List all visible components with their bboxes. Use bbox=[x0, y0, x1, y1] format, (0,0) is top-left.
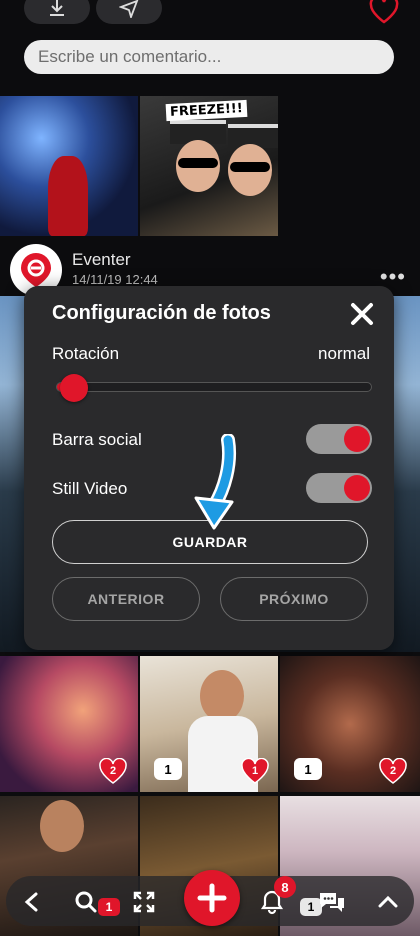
close-icon[interactable] bbox=[348, 300, 376, 328]
rotation-label: Rotación bbox=[52, 344, 120, 363]
still-video-label: Still Video bbox=[52, 479, 128, 498]
grid-photo-man-phone[interactable]: 1 1 bbox=[140, 656, 278, 792]
next-button[interactable]: PRÓXIMO bbox=[220, 577, 368, 621]
add-button[interactable] bbox=[184, 870, 240, 926]
bottom-navigation: 1 8 1 bbox=[0, 870, 420, 936]
post-author[interactable]: Eventer bbox=[72, 250, 131, 270]
still-video-toggle[interactable] bbox=[306, 473, 372, 503]
svg-text:2: 2 bbox=[110, 765, 116, 777]
svg-text:2: 2 bbox=[390, 765, 396, 777]
comment-placeholder: Escribe un comentario... bbox=[38, 47, 222, 66]
heart-badge-icon: 1 bbox=[241, 758, 269, 784]
grid-photo-woman[interactable]: 2 bbox=[0, 656, 138, 792]
heart-badge-icon: 2 bbox=[99, 758, 127, 784]
toggle-knob bbox=[344, 475, 370, 501]
download-button[interactable] bbox=[24, 0, 90, 24]
post-timestamp: 14/11/19 12:44 bbox=[72, 272, 158, 287]
chevron-left-icon bbox=[24, 892, 38, 912]
search-badge: 1 bbox=[98, 898, 120, 916]
chevron-up-icon bbox=[378, 895, 398, 908]
plus-icon bbox=[197, 883, 227, 913]
eventer-logo-icon bbox=[21, 253, 51, 287]
share-button[interactable] bbox=[96, 0, 162, 24]
grid-photo-hands[interactable]: 1 2 bbox=[280, 656, 420, 792]
social-bar-toggle[interactable] bbox=[306, 424, 372, 454]
heart-badge-icon: 2 bbox=[379, 758, 407, 784]
rotation-slider[interactable] bbox=[56, 382, 372, 392]
dialog-title: Configuración de fotos bbox=[52, 302, 271, 324]
pointer-arrow-icon bbox=[194, 434, 236, 530]
previous-button[interactable]: ANTERIOR bbox=[52, 577, 200, 621]
toggle-knob bbox=[344, 426, 370, 452]
search-icon bbox=[75, 891, 97, 913]
chat-bubbles-icon bbox=[320, 893, 344, 912]
social-bar-label: Barra social bbox=[52, 430, 142, 449]
back-button[interactable] bbox=[12, 882, 52, 922]
scroll-up-button[interactable] bbox=[368, 882, 408, 922]
party-photo[interactable] bbox=[0, 96, 138, 236]
rotation-slider-thumb[interactable] bbox=[60, 374, 88, 402]
rotation-value: normal bbox=[318, 344, 370, 363]
freeze-sign: FREEZE!!! bbox=[165, 99, 248, 122]
app-screen: Escribe un comentario... FREEZE!!! Event… bbox=[0, 0, 420, 936]
like-heart-icon[interactable] bbox=[368, 0, 400, 24]
fullscreen-button[interactable] bbox=[124, 882, 164, 922]
svg-text:1: 1 bbox=[252, 765, 258, 777]
send-icon bbox=[119, 0, 139, 18]
post-actions-bar bbox=[0, 0, 420, 30]
comment-count-badge: 1 bbox=[154, 758, 182, 780]
comment-input[interactable]: Escribe un comentario... bbox=[24, 40, 394, 74]
comment-count-badge: 1 bbox=[294, 758, 322, 780]
download-icon bbox=[50, 0, 64, 16]
notification-badge: 8 bbox=[274, 876, 296, 898]
photobooth-photo[interactable]: FREEZE!!! bbox=[140, 96, 278, 236]
chat-button[interactable] bbox=[312, 882, 352, 922]
expand-icon bbox=[133, 891, 155, 913]
post-header: Eventer 14/11/19 12:44 ••• bbox=[0, 240, 420, 296]
